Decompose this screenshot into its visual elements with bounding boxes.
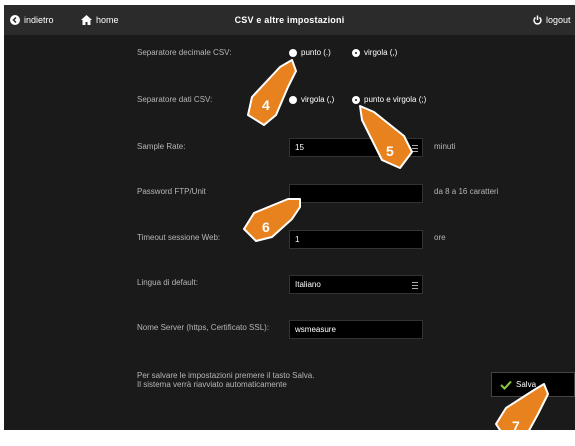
logout-button[interactable]: logout xyxy=(533,5,571,35)
callout-hand-4: 4 xyxy=(247,59,297,126)
server-name-value: wsmeasure xyxy=(295,325,336,334)
default-language-value: Italiano xyxy=(295,280,321,289)
sample-rate-label: Sample Rate: xyxy=(137,142,186,151)
ftp-password-hint: da 8 a 16 caratteri xyxy=(434,187,499,196)
radio-label: virgola (,) xyxy=(364,48,398,57)
data-separator-label: Separatore dati CSV: xyxy=(137,95,213,104)
pointer-hand-icon xyxy=(247,59,297,126)
top-bar: indietro home CSV e altre impostazioni l… xyxy=(4,5,575,35)
power-icon xyxy=(533,15,542,25)
decimal-separator-label: Separatore decimale CSV: xyxy=(137,48,232,57)
ftp-password-field[interactable] xyxy=(289,184,423,203)
web-timeout-label: Timeout sessione Web: xyxy=(137,233,221,242)
sample-rate-unit: minuti xyxy=(434,142,456,151)
settings-screen: indietro home CSV e altre impostazioni l… xyxy=(4,5,575,430)
pointer-hand-icon xyxy=(495,383,549,430)
server-name-field[interactable]: wsmeasure xyxy=(289,320,423,339)
radio-dot-selected xyxy=(352,48,360,57)
save-note-line-1: Per salvare le impostazioni premere il t… xyxy=(137,371,315,380)
callout-hand-7: 7 xyxy=(495,383,549,430)
web-timeout-field[interactable]: 1 xyxy=(289,230,423,249)
radio-label: punto (.) xyxy=(301,48,331,57)
callout-number-7: 7 xyxy=(512,418,520,430)
callout-hand-5: 5 xyxy=(359,105,413,169)
save-note: Per salvare le impostazioni premere il t… xyxy=(137,371,314,389)
callout-hand-6: 6 xyxy=(243,198,301,242)
page-title: CSV e altre impostazioni xyxy=(234,15,345,25)
radio-label: virgola (,) xyxy=(301,95,335,104)
radio-decimal-comma[interactable]: virgola (,) xyxy=(352,48,397,57)
default-language-select[interactable]: Italiano xyxy=(289,275,423,294)
callout-number-6: 6 xyxy=(262,219,270,235)
ftp-password-label: Password FTP/Unit xyxy=(137,187,206,196)
server-name-label: Nome Server (https, Certificato SSL): xyxy=(137,323,270,332)
logout-label: logout xyxy=(546,15,571,25)
save-note-line-2: Il sistema verrà riavviato automaticamen… xyxy=(137,380,287,389)
pointer-hand-icon xyxy=(243,198,301,242)
callout-number-4: 4 xyxy=(262,97,270,113)
sample-rate-value: 15 xyxy=(295,143,304,152)
web-timeout-unit: ore xyxy=(434,233,446,242)
dropdown-icon xyxy=(412,282,418,289)
default-language-label: Lingua di default: xyxy=(137,278,198,287)
callout-number-5: 5 xyxy=(386,143,394,159)
